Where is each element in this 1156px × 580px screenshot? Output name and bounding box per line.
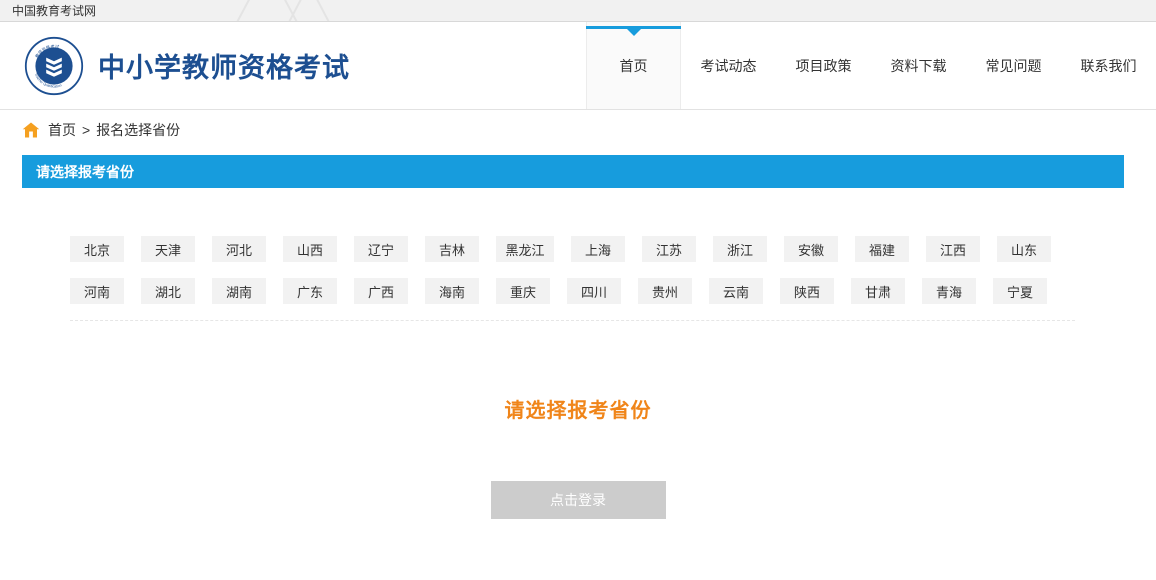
section-divider [70, 320, 1075, 321]
watermark-decoration [236, 0, 330, 21]
home-icon[interactable] [22, 121, 40, 139]
nav-item-label: 项目政策 [795, 57, 852, 74]
brand[interactable]: 教师资格考试 Teacher Qualification 中小学教师资格考试 [0, 22, 350, 109]
province-button[interactable]: 湖北 [141, 278, 195, 304]
section-title-bar: 请选择报考省份 [22, 155, 1124, 188]
nav-item-home[interactable]: 首页 [586, 22, 681, 109]
province-button[interactable]: 甘肃 [851, 278, 905, 304]
province-button[interactable]: 云南 [709, 278, 763, 304]
nav-item-faq[interactable]: 常见问题 [966, 22, 1061, 109]
province-button[interactable]: 青海 [922, 278, 976, 304]
province-button[interactable]: 浙江 [713, 236, 767, 262]
main-nav: 首页 考试动态 项目政策 资料下载 常见问题 联系我们 [586, 22, 1156, 109]
province-button[interactable]: 海南 [425, 278, 479, 304]
province-button[interactable]: 上海 [571, 236, 625, 262]
province-button[interactable]: 河南 [70, 278, 124, 304]
browser-tab-title[interactable]: 中国教育考试网 [0, 0, 96, 21]
book-emblem-logo-icon: 教师资格考试 Teacher Qualification [24, 36, 84, 95]
site-title: 中小学教师资格考试 [98, 53, 350, 83]
province-button[interactable]: 广东 [283, 278, 337, 304]
breadcrumb: 首页 > 报名选择省份 [0, 110, 1156, 150]
breadcrumb-separator: > [82, 122, 91, 138]
province-row-2: 河南 湖北 湖南 广东 广西 海南 重庆 四川 贵州 云南 陕西 甘肃 青海 宁… [70, 278, 1156, 304]
nav-item-exam-news[interactable]: 考试动态 [681, 22, 776, 109]
province-button[interactable]: 安徽 [784, 236, 838, 262]
nav-item-label: 常见问题 [985, 57, 1042, 74]
province-button[interactable]: 吉林 [425, 236, 479, 262]
province-button[interactable]: 江西 [926, 236, 980, 262]
province-button[interactable]: 河北 [212, 236, 266, 262]
nav-item-downloads[interactable]: 资料下载 [871, 22, 966, 109]
nav-item-project-policy[interactable]: 项目政策 [776, 22, 871, 109]
province-row-1: 北京 天津 河北 山西 辽宁 吉林 黑龙江 上海 江苏 浙江 安徽 福建 江西 … [70, 236, 1156, 262]
nav-item-label: 联系我们 [1080, 57, 1137, 74]
province-button[interactable]: 贵州 [638, 278, 692, 304]
province-button[interactable]: 山东 [997, 236, 1051, 262]
province-button[interactable]: 广西 [354, 278, 408, 304]
nav-item-contact-us[interactable]: 联系我们 [1061, 22, 1156, 109]
province-button[interactable]: 重庆 [496, 278, 550, 304]
login-button-container: 点击登录 [0, 481, 1156, 519]
province-button[interactable]: 福建 [855, 236, 909, 262]
province-button[interactable]: 四川 [567, 278, 621, 304]
province-button[interactable]: 宁夏 [993, 278, 1047, 304]
nav-item-label: 资料下载 [890, 57, 947, 74]
province-selector: 北京 天津 河北 山西 辽宁 吉林 黑龙江 上海 江苏 浙江 安徽 福建 江西 … [0, 236, 1156, 304]
province-button[interactable]: 陕西 [780, 278, 834, 304]
province-button[interactable]: 黑龙江 [496, 236, 554, 262]
nav-item-label: 首页 [619, 57, 648, 74]
section-title: 请选择报考省份 [36, 163, 134, 180]
nav-item-label: 考试动态 [700, 57, 757, 74]
province-button[interactable]: 辽宁 [354, 236, 408, 262]
breadcrumb-current: 报名选择省份 [96, 122, 181, 138]
breadcrumb-home-link[interactable]: 首页 [48, 120, 76, 140]
selection-notice: 请选择报考省份 [504, 400, 652, 422]
browser-tab-bar: 中国教育考试网 [0, 0, 1156, 22]
province-button[interactable]: 天津 [141, 236, 195, 262]
site-header: 教师资格考试 Teacher Qualification 中小学教师资格考试 首… [0, 22, 1156, 110]
province-button[interactable]: 湖南 [212, 278, 266, 304]
province-button[interactable]: 山西 [283, 236, 337, 262]
province-button[interactable]: 北京 [70, 236, 124, 262]
province-button[interactable]: 江苏 [642, 236, 696, 262]
login-button[interactable]: 点击登录 [490, 481, 666, 519]
